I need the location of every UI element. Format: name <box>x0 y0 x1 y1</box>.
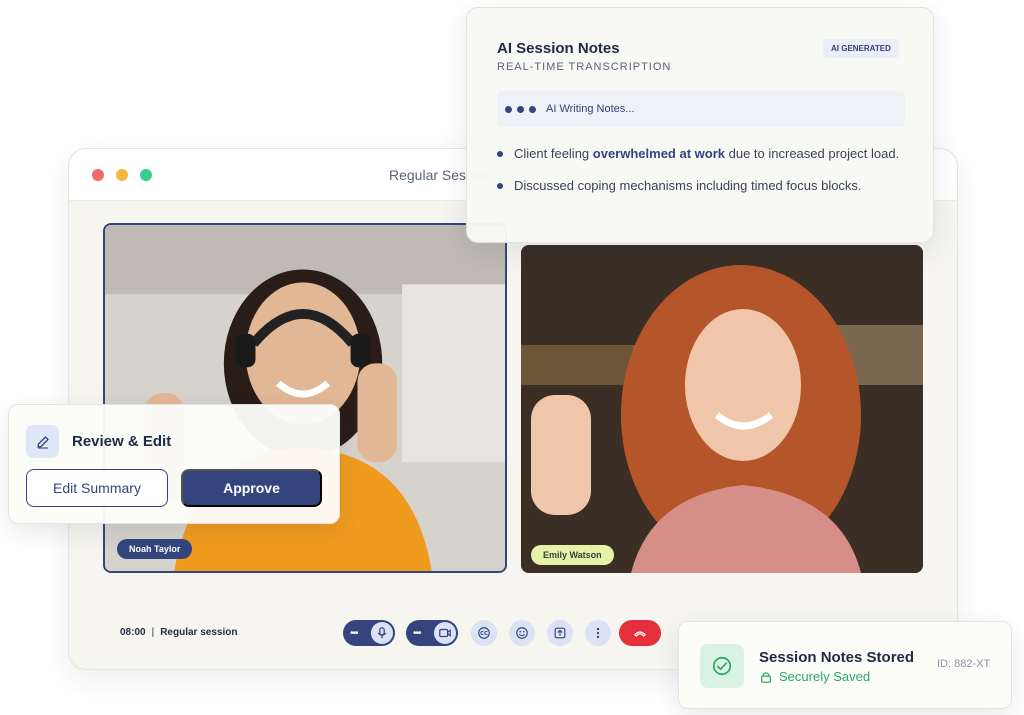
participant-name-tag: Emily Watson <box>531 545 614 565</box>
camera-icon <box>434 622 456 644</box>
stored-id: ID: 882-XT <box>937 658 991 670</box>
more-options-button[interactable] <box>585 620 611 646</box>
stored-status: Securely Saved <box>759 669 870 684</box>
maximize-window-button[interactable] <box>140 169 152 181</box>
microphone-icon <box>371 622 393 644</box>
captions-button[interactable]: CC <box>471 620 497 646</box>
close-window-button[interactable] <box>92 169 104 181</box>
session-type: Regular session <box>160 627 238 638</box>
session-notes-stored-card: Session Notes Stored Securely Saved ID: … <box>678 621 1012 709</box>
stored-status-text: Securely Saved <box>779 669 871 684</box>
review-edit-card: Review & Edit Edit Summary Approve <box>8 404 340 524</box>
video-tile-emily[interactable]: Emily Watson <box>521 245 923 573</box>
share-screen-button[interactable] <box>547 620 573 646</box>
typing-dots-icon <box>505 105 536 113</box>
participant-video-emily <box>521 245 923 573</box>
minimize-window-button[interactable] <box>116 169 128 181</box>
ai-generated-badge: AI GENERATED <box>823 39 899 58</box>
session-timer: 08:00 <box>120 627 146 638</box>
session-info: 08:00 | Regular session <box>120 627 237 638</box>
reactions-button[interactable] <box>509 620 535 646</box>
more-dots-icon: ••• <box>413 627 421 639</box>
list-item: Discussed coping mechanisms including ti… <box>497 176 907 196</box>
lock-icon <box>761 671 771 683</box>
pencil-icon <box>26 425 59 458</box>
ai-notes-subtitle: REAL-TIME TRANSCRIPTION <box>497 61 672 73</box>
microphone-toggle[interactable]: ••• <box>343 620 395 646</box>
more-dots-icon: ••• <box>350 627 358 639</box>
check-circle-icon <box>700 644 744 688</box>
captions-icon: CC <box>478 627 490 639</box>
review-title: Review & Edit <box>72 433 172 450</box>
ai-session-notes-card: AI Session Notes REAL-TIME TRANSCRIPTION… <box>466 7 934 243</box>
stored-title: Session Notes Stored <box>759 649 915 666</box>
edit-summary-button[interactable]: Edit Summary <box>26 469 168 507</box>
share-screen-icon <box>554 627 566 639</box>
participant-name-tag: Noah Taylor <box>117 539 193 559</box>
ai-notes-list: Client feeling overwhelmed at work due t… <box>497 144 907 208</box>
svg-text:CC: CC <box>480 631 488 637</box>
session-info-separator: | <box>151 627 155 638</box>
approve-button[interactable]: Approve <box>181 469 322 507</box>
phone-hangup-icon <box>634 631 646 637</box>
camera-toggle[interactable]: ••• <box>406 620 458 646</box>
ai-writing-status: AI Writing Notes... <box>497 91 905 127</box>
list-item: Client feeling overwhelmed at work due t… <box>497 144 907 164</box>
end-call-button[interactable] <box>619 620 661 646</box>
more-vertical-icon <box>596 627 600 639</box>
emoji-icon <box>516 627 528 639</box>
ai-writing-status-text: AI Writing Notes... <box>546 103 635 115</box>
ai-notes-title: AI Session Notes <box>497 40 620 57</box>
